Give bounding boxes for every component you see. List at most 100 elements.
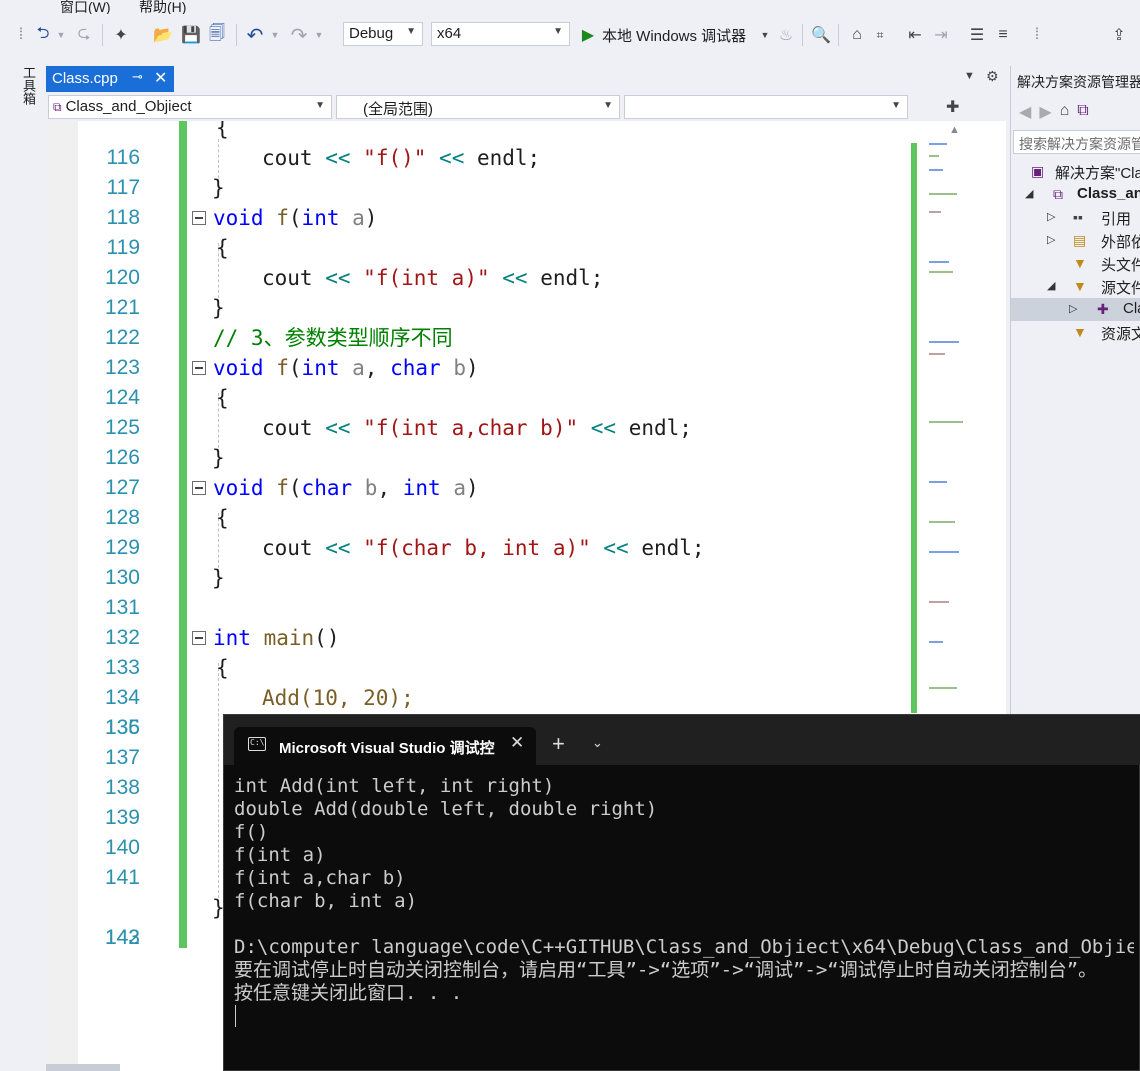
project-icon: ⧉ — [1053, 186, 1063, 202]
scope-select[interactable]: (全局范围) — [336, 95, 620, 119]
line-number: 138 — [104, 776, 140, 799]
menu-help[interactable]: 帮助(H) — [139, 0, 186, 14]
hot-reload-icon[interactable]: ♨ — [776, 24, 796, 46]
chevron-down-icon[interactable]: ⌄ — [592, 735, 603, 751]
play-icon[interactable]: ▶ — [580, 24, 596, 46]
toolbar-separator — [838, 24, 839, 46]
collapse-icon[interactable] — [192, 481, 206, 495]
close-icon[interactable]: ✕ — [510, 733, 524, 753]
console-line: int Add(int left, int right) — [234, 775, 555, 797]
collapse-icon[interactable] — [192, 361, 206, 375]
undo-dropdown-icon[interactable]: ▼ — [270, 24, 280, 46]
console-tab[interactable]: C:\ Microsoft Visual Studio 调试控 ✕ — [234, 727, 536, 765]
back-icon[interactable]: ◀ — [1019, 102, 1031, 122]
save-all-icon[interactable]: 🗐 — [206, 24, 228, 46]
collapse-icon[interactable] — [192, 631, 206, 645]
console-line: f(int a,char b) — [234, 867, 406, 889]
layout-icon[interactable]: ⌗ — [872, 24, 888, 46]
expanded-icon[interactable]: ◢ — [1025, 187, 1033, 200]
tree-item-solution[interactable]: ▣ 解决方案"Class_and_Objiect" — [1011, 160, 1140, 183]
code-text: { — [216, 236, 229, 260]
solution-icon: ▣ — [1031, 163, 1045, 179]
collapse-icon[interactable] — [192, 211, 206, 225]
references-icon: ▪▪ — [1073, 209, 1083, 225]
external-deps-icon: ▤ — [1073, 232, 1087, 248]
share-icon[interactable]: ⇪ — [1108, 24, 1130, 46]
tab-list-dropdown-icon[interactable]: ▼ — [964, 70, 975, 82]
code-comment: // 3、参数类型顺序不同 — [213, 326, 453, 350]
new-project-icon[interactable]: ✦ — [110, 24, 132, 46]
uncomment-icon[interactable]: ⇥ — [930, 24, 952, 46]
expanded-icon[interactable]: ◢ — [1047, 279, 1055, 292]
debug-console-window[interactable]: C:\ Microsoft Visual Studio 调试控 ✕ + ⌄ in… — [223, 714, 1140, 1071]
console-line: 要在调试停止时自动关闭控制台，请启用“工具”->“选项”->“调试”->“调试停… — [234, 959, 1098, 981]
code-line: 116 { — [46, 121, 909, 169]
configuration-select[interactable]: Debug — [343, 22, 423, 46]
redo-icon[interactable]: ↷ — [288, 24, 310, 47]
open-folder-icon[interactable]: 📂 — [152, 24, 174, 46]
tree-item-header-files[interactable]: ▼ 头文件 — [1011, 252, 1140, 275]
code-line: 122 } — [46, 293, 909, 349]
tab-class-cpp[interactable]: Class.cpp ⊸ ✕ — [46, 66, 174, 92]
split-window-icon[interactable]: ✚ — [946, 97, 959, 117]
close-icon[interactable]: ✕ — [154, 68, 167, 88]
project-select[interactable]: ⧉ Class_and_Objiect — [48, 95, 332, 119]
back-dropdown-icon[interactable]: ▼ — [56, 24, 66, 46]
pin-icon[interactable]: ⊸ — [132, 69, 143, 85]
save-icon[interactable]: 💾 — [180, 24, 202, 46]
code-line: 134 { — [46, 653, 909, 709]
menu-window[interactable]: 窗口(W) — [60, 0, 111, 14]
find-in-files-icon[interactable]: 🔍 — [810, 24, 832, 46]
new-tab-icon[interactable]: + — [552, 731, 565, 757]
collapsed-icon[interactable]: ▷ — [1047, 233, 1055, 246]
search-input[interactable]: 搜索解决方案资源管理器 — [1013, 130, 1140, 154]
tree-item-project[interactable]: ◢ ⧉ Class_and_Objiect — [1011, 183, 1140, 206]
code-text: cout << "f(int a,char b)" << endl; — [262, 416, 692, 440]
screenshot-icon[interactable]: ⌂ — [846, 24, 868, 46]
tree-item-references[interactable]: ▷ ▪▪ 引用 — [1011, 206, 1140, 229]
console-title-bar: C:\ Microsoft Visual Studio 调试控 ✕ + ⌄ — [224, 715, 1140, 765]
tree-item-class-cpp[interactable]: ▷ ✚ Class.cpp — [1011, 298, 1140, 321]
code-line: 126 cout << "f(int a,char b)" << endl; — [46, 413, 909, 469]
minimap-mark — [929, 481, 947, 483]
start-debugging-button[interactable]: 本地 Windows 调试器 — [602, 24, 760, 46]
toolbox-tab[interactable]: 工具箱 — [19, 66, 38, 105]
forward-icon[interactable]: ⮎ — [74, 24, 94, 46]
console-line: f(int a) — [234, 844, 326, 866]
home-icon[interactable]: ⌂ — [1060, 102, 1070, 122]
tree-item-resource-files[interactable]: ▼ 资源文件 — [1011, 321, 1140, 344]
code-line: 129 { — [46, 503, 909, 559]
collapsed-icon[interactable]: ▷ — [1047, 210, 1055, 223]
indent-icon[interactable]: ☰ — [966, 24, 988, 46]
outdent-icon[interactable]: ≡ — [992, 24, 1014, 46]
toolbar-more-icon[interactable]: ⁞ — [1030, 24, 1044, 46]
line-number: 136 — [104, 716, 140, 739]
code-line: 132 — [46, 593, 909, 649]
code-line: 124 void f(int a, char b) — [46, 353, 909, 409]
forward-icon[interactable]: ▶ — [1039, 102, 1051, 122]
horizontal-scrollbar-thumb[interactable] — [46, 1064, 120, 1071]
gear-icon[interactable]: ⚙ — [986, 68, 999, 85]
toolbox-strip: 工具箱 — [0, 58, 46, 1071]
comment-icon[interactable]: ⇤ — [904, 24, 926, 46]
tree-item-source-files[interactable]: ◢ ▼ 源文件 — [1011, 275, 1140, 298]
code-text: Add(10, 20); — [262, 686, 414, 710]
code-text: cout << "f()" << endl; — [262, 146, 541, 170]
minimap-mark — [929, 353, 945, 355]
minimap-mark — [929, 341, 959, 343]
line-number: 137 — [104, 746, 140, 769]
scroll-up-icon[interactable]: ▲ — [949, 124, 960, 136]
collapsed-icon[interactable]: ▷ — [1069, 302, 1077, 315]
tree-item-external-deps[interactable]: ▷ ▤ 外部依赖项 — [1011, 229, 1140, 252]
undo-icon[interactable]: ↶ — [244, 24, 266, 47]
platform-select[interactable]: x64 — [431, 22, 570, 46]
run-dropdown-icon[interactable]: ▼ — [760, 24, 770, 46]
switch-view-icon[interactable]: ⧉ — [1077, 102, 1088, 122]
console-output: int Add(int left, int right) double Add(… — [234, 775, 1134, 1005]
back-icon[interactable]: ⮌ — [32, 24, 54, 46]
member-select[interactable] — [624, 95, 908, 119]
toolbar-separator — [802, 24, 803, 46]
redo-dropdown-icon[interactable]: ▼ — [314, 24, 324, 46]
overview-scrollbar[interactable]: ▲ — [909, 121, 1006, 721]
